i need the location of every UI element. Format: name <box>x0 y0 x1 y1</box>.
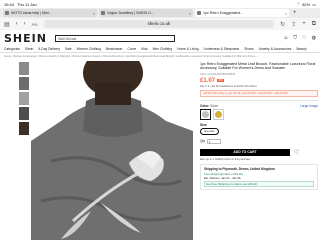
nav-item[interactable]: Shoes <box>244 47 253 51</box>
large-image-link[interactable]: Large Image <box>300 104 318 108</box>
nav-item[interactable]: Home & Living <box>177 47 198 51</box>
reload-icon[interactable]: ↻ <box>280 21 285 28</box>
status-time: 15:44 <box>4 1 15 7</box>
product-info: 1pc Retro Exaggerated Metal Leaf Brooch,… <box>200 62 318 190</box>
add-to-cart-button[interactable]: ADD TO CART <box>200 148 290 156</box>
promo-banner[interactable]: +£5.60 OFF ▸ Buy 2+ get 5% off | +£1.00 … <box>200 89 318 97</box>
breadcrumb[interactable]: Home / Women Accessories / Women Jewelry… <box>4 55 316 58</box>
favicon-icon <box>197 11 201 15</box>
quantity-select[interactable]: 1 <box>206 138 221 144</box>
sidebar-toggle-icon[interactable]: ▤ <box>4 21 10 28</box>
model-wearing-brooch-image <box>31 61 193 240</box>
nav-item[interactable]: Beauty <box>296 47 306 51</box>
klarna-note[interactable]: Pay in 4 x £0.26 installments of £0.26 w… <box>200 85 318 88</box>
tab-wots[interactable]: WOTS ideas help | Mini... × <box>3 9 97 17</box>
favicon-icon <box>5 11 9 15</box>
color-value: Silver <box>210 103 219 108</box>
qty-label: Qty <box>200 139 205 144</box>
status-date: Thu 11 Jan <box>17 1 37 7</box>
nav-item[interactable]: Women Clothing <box>77 47 101 51</box>
shipping-destination[interactable]: Shipping to Plymouth, Devon, United King… <box>204 167 314 171</box>
close-icon[interactable]: × <box>285 11 287 16</box>
nav-item[interactable]: Curve <box>127 47 136 51</box>
address-bar: ▤ ‹ › AA shein.co.uk ↻ ⇪ + ⧉ <box>0 18 320 30</box>
user-icon[interactable]: ☺ <box>283 35 288 41</box>
color-label: Color: Silver <box>200 103 219 108</box>
nav-item[interactable]: Shein <box>25 47 33 51</box>
tab-label: Vogue Jewellery | SHEIN U... <box>107 11 154 15</box>
shein-logo[interactable]: SHEIN <box>4 32 47 45</box>
forward-icon[interactable]: › <box>24 21 26 27</box>
heart-icon[interactable]: ♡ <box>302 35 306 41</box>
product-main-image[interactable] <box>31 61 193 240</box>
product-thumbnail[interactable] <box>19 92 29 105</box>
product-price: £1.07 <box>200 77 216 84</box>
wishlist-heart-icon[interactable]: ♡ <box>294 149 299 156</box>
nav-item[interactable]: Men Clothing <box>153 47 172 51</box>
product-thumbnail[interactable] <box>19 77 29 90</box>
product-thumbnail[interactable] <box>19 122 29 135</box>
url-field[interactable]: shein.co.uk <box>43 20 275 28</box>
tab-product[interactable]: 1pc Retro Exaggerated... × <box>195 9 289 17</box>
shipping-eta: Est. Delivery: Jan 21 - Jan 26 <box>204 175 241 180</box>
shipping-box: Shipping to Plymouth, Devon, United King… <box>200 163 318 190</box>
points-note: Earn up to 1 SHEIN points on this purcha… <box>200 157 251 161</box>
battery-percent: 82% <box>302 1 311 7</box>
product-thumbnail[interactable] <box>19 62 29 75</box>
back-icon[interactable]: ‹ <box>16 21 18 27</box>
color-swatch-gold[interactable] <box>213 108 224 120</box>
product-sku: SKU: sw2311184356878924 <box>200 71 236 76</box>
tab-bar: WOTS ideas help | Mini... × Vogue Jewell… <box>0 8 320 18</box>
tab-label: 1pc Retro Exaggerated... <box>203 11 243 15</box>
add-icon[interactable]: + <box>302 21 306 27</box>
share-icon[interactable]: ⇪ <box>291 21 296 28</box>
nav-item[interactable]: Kids <box>141 47 147 51</box>
tab-label: WOTS ideas help | Mini... <box>11 11 52 15</box>
nav-item[interactable]: Underwear & Sleepwear <box>204 47 240 51</box>
nav-item[interactable]: Sale <box>65 47 72 51</box>
nav-item[interactable]: Beachwear <box>106 47 123 51</box>
status-bar: 15:44 Thu 11 Jan ⌔ 82% ▭ <box>0 0 320 8</box>
divider <box>200 99 318 101</box>
site-header: SHEIN Wall Decals ☺ ⛉ ♡ ◍ <box>0 30 320 46</box>
product-title: 1pc Retro Exaggerated Metal Leaf Brooch,… <box>200 62 316 71</box>
tabs-overview-icon[interactable]: ⧉ <box>312 21 316 28</box>
size-option[interactable]: one-size <box>200 127 219 135</box>
globe-icon[interactable]: ◍ <box>312 35 316 41</box>
close-icon[interactable]: × <box>189 11 191 16</box>
text-size-button[interactable]: AA <box>32 22 38 27</box>
discount-badge: -5% <box>217 79 224 83</box>
shipping-tag: Get Free Shipping on orders over £19.00 <box>204 180 314 187</box>
category-nav: Categories Shein 5-Day Delivery Sale Wom… <box>0 46 320 53</box>
nav-item[interactable]: 5-Day Delivery <box>38 47 60 51</box>
nav-item[interactable]: Jewelry & Accessories <box>259 47 292 51</box>
search-input[interactable]: Wall Decals <box>54 34 175 42</box>
battery-icon: ▭ <box>312 1 316 7</box>
thumbnail-strip <box>19 62 29 135</box>
size-label: Size <box>200 122 207 127</box>
nav-item[interactable]: Categories <box>4 47 20 51</box>
cart-icon[interactable]: ⛉ <box>293 35 297 41</box>
color-swatches <box>200 108 318 120</box>
product-thumbnail[interactable] <box>19 107 29 120</box>
favicon-icon <box>101 11 105 15</box>
tab-vogue-jewellery[interactable]: Vogue Jewellery | SHEIN U... × <box>99 9 193 17</box>
close-icon[interactable]: × <box>93 11 95 16</box>
color-swatch-silver[interactable] <box>200 108 211 120</box>
wifi-icon: ⌔ <box>296 1 301 6</box>
new-tab-icon[interactable]: + <box>293 9 297 17</box>
